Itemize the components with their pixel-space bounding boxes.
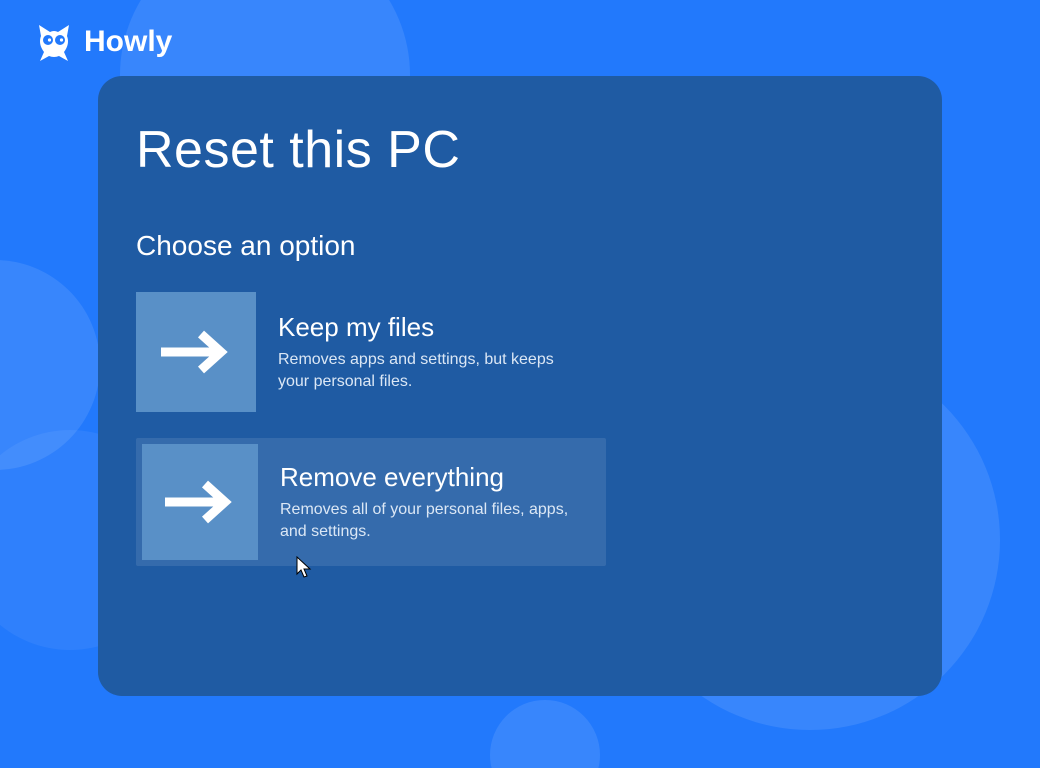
owl-icon	[34, 22, 74, 62]
option-description: Removes all of your personal files, apps…	[280, 499, 590, 542]
logo-text: Howly	[84, 25, 172, 59]
option-keep-my-files[interactable]: Keep my files Removes apps and settings,…	[136, 292, 596, 412]
option-title: Remove everything	[280, 462, 590, 493]
option-text: Remove everything Removes all of your pe…	[280, 462, 600, 542]
page-subtitle: Choose an option	[136, 230, 904, 262]
howly-logo: Howly	[34, 22, 172, 62]
option-description: Removes apps and settings, but keeps you…	[278, 349, 586, 392]
reset-pc-dialog: Reset this PC Choose an option Keep my f…	[98, 76, 942, 696]
option-remove-everything[interactable]: Remove everything Removes all of your pe…	[136, 438, 606, 566]
option-text: Keep my files Removes apps and settings,…	[278, 312, 596, 392]
arrow-right-icon	[136, 292, 256, 412]
option-title: Keep my files	[278, 312, 586, 343]
bg-circle	[490, 700, 600, 768]
arrow-right-icon	[142, 444, 258, 560]
page-title: Reset this PC	[136, 120, 904, 180]
